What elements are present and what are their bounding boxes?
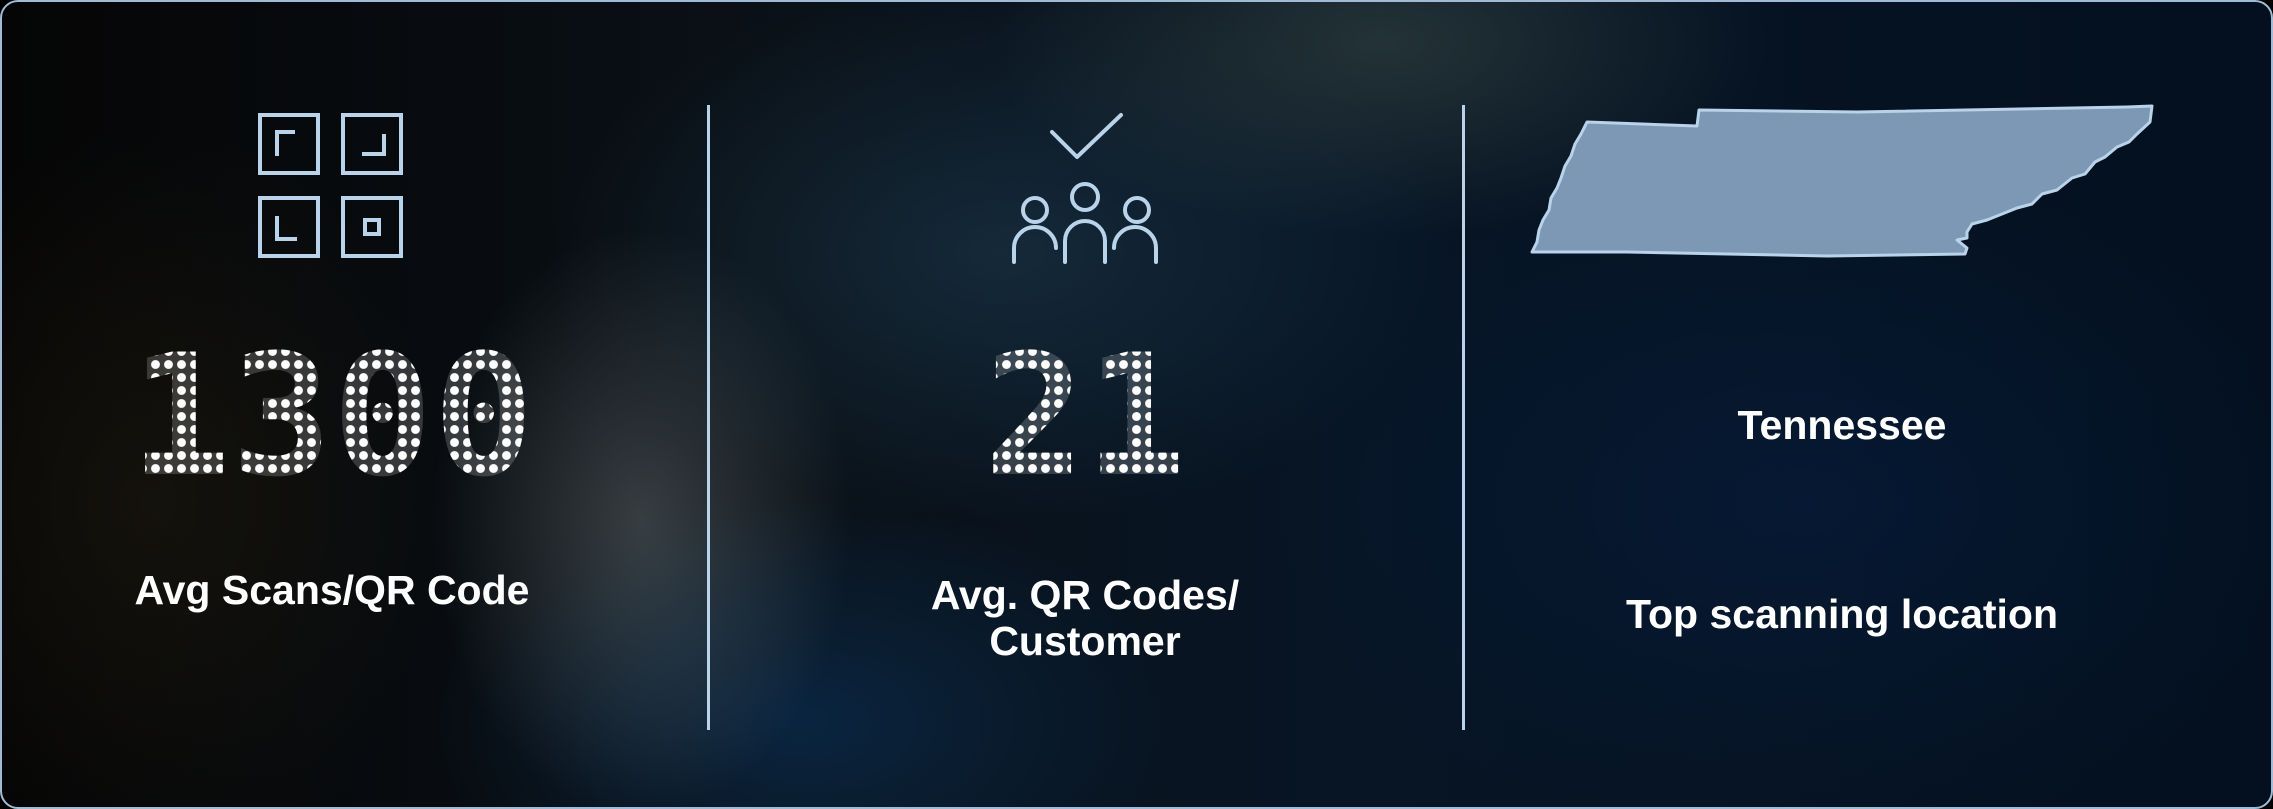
divider-right bbox=[1462, 105, 1465, 730]
divider-left bbox=[707, 105, 710, 730]
scans-label: Avg Scans/QR Code bbox=[134, 567, 530, 613]
location-value: Tennessee bbox=[1737, 402, 1947, 448]
customers-check-icon bbox=[1012, 113, 1158, 264]
location-label: Top scanning location bbox=[1625, 591, 2059, 637]
codes-value: 21 bbox=[935, 332, 1235, 500]
scans-value: 1300 bbox=[97, 332, 567, 500]
codes-label-line1: Avg. QR Codes/ bbox=[930, 572, 1240, 618]
stats-card: 1300 1300 Avg Scans/QR Code 21 21 Avg. Q… bbox=[0, 0, 2273, 809]
tennessee-map bbox=[1530, 104, 2154, 258]
codes-label: Avg. QR Codes/ Customer bbox=[835, 572, 1335, 664]
codes-label-line2: Customer bbox=[989, 618, 1181, 664]
qr-code-icon bbox=[258, 113, 403, 258]
